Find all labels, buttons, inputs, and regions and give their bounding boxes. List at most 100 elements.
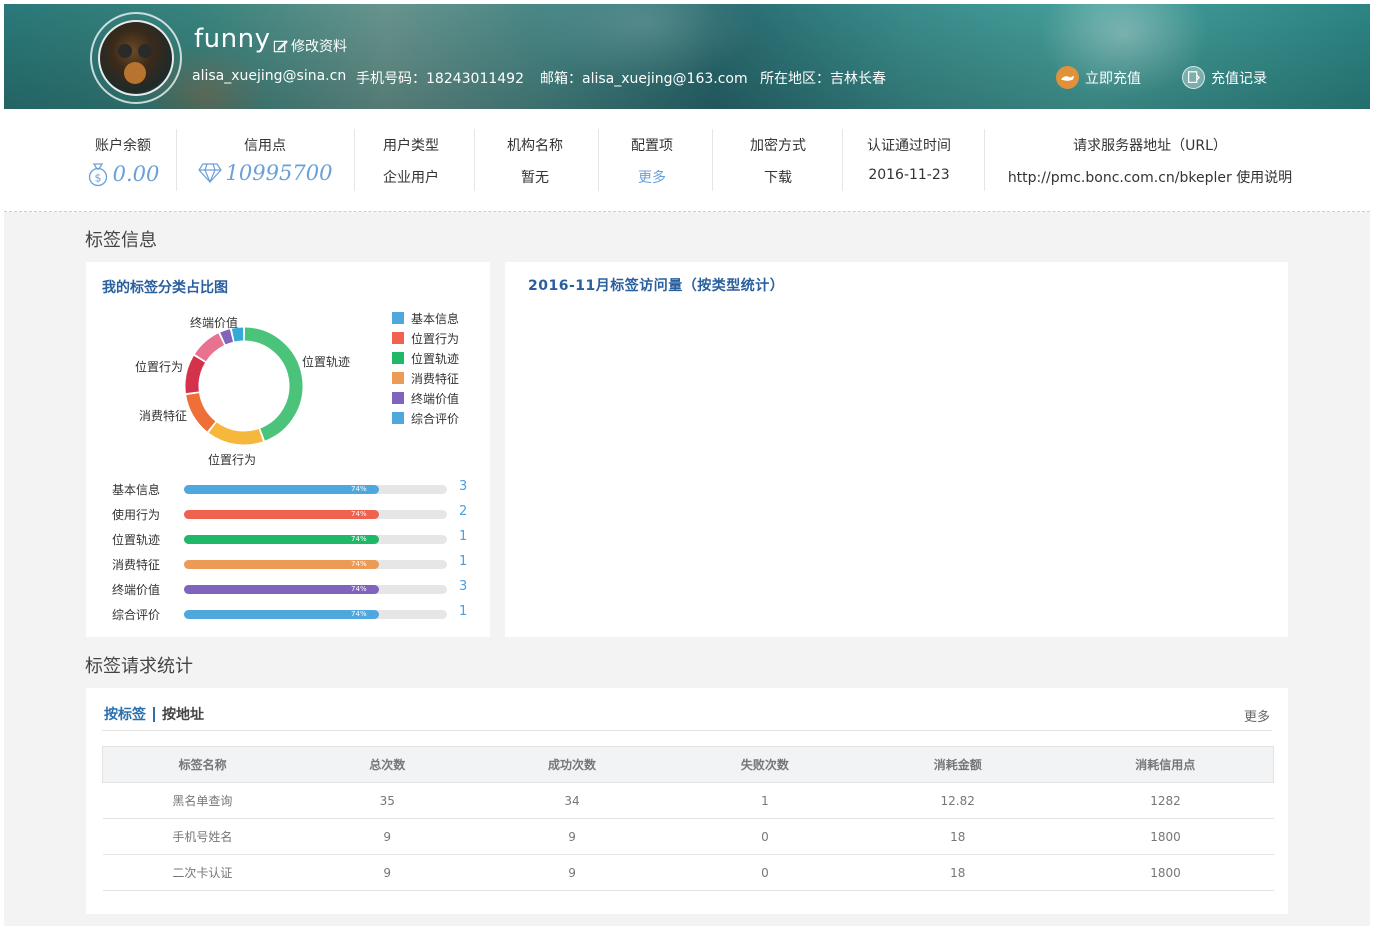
legend-swatch — [392, 392, 404, 404]
bar-pct: 74% — [351, 585, 367, 593]
table-row[interactable]: 二次卡认证 9 9 0 18 1800 — [102, 854, 1274, 891]
bar-count[interactable]: 3 — [459, 579, 467, 594]
legend-item[interactable]: 消费特征 — [392, 368, 459, 388]
donut-label-top: 终端价值 — [190, 316, 239, 330]
bar-fill: 74% — [184, 585, 379, 594]
table-cell: 0 — [671, 854, 858, 891]
divider — [712, 129, 713, 191]
table-cell: 9 — [302, 818, 473, 855]
stat-config: 配置项 更多 — [600, 109, 704, 212]
tab-by-address[interactable]: 按地址 — [162, 704, 204, 724]
donut-segment-pink — [194, 333, 225, 362]
diamond-icon — [197, 163, 222, 184]
avatar-ring — [90, 12, 182, 104]
bar-count[interactable]: 2 — [459, 504, 467, 519]
tag-donut-chart — [185, 327, 303, 445]
bar-label: 综合评价 — [112, 608, 161, 622]
col-tag-name[interactable]: 标签名称 — [102, 746, 303, 783]
stat-credit: 信用点 10995700 — [180, 109, 350, 212]
bar-track: 74% — [184, 510, 447, 519]
email-text: 邮箱：alisa_xuejing@163.com — [540, 71, 748, 87]
bar-fill: 74% — [184, 510, 379, 519]
donut-label-right: 位置轨迹 — [302, 355, 351, 369]
tag-bar-row: 综合评价 74% 1 — [112, 604, 472, 624]
col-credits[interactable]: 消耗信用点 — [1057, 746, 1274, 783]
bar-track: 74% — [184, 610, 447, 619]
bar-pct: 74% — [351, 535, 367, 543]
col-fail[interactable]: 失败次数 — [671, 746, 858, 783]
divider — [984, 129, 985, 191]
table-cell: 1800 — [1057, 818, 1274, 855]
requests-card: 按标签 按地址 更多 标签名称 总次数 成功次数 失败次数 消耗金额 消耗信用点… — [86, 688, 1288, 914]
donut-label-bottom: 位置行为 — [208, 453, 257, 467]
balance-label: 账户余额 — [95, 138, 151, 154]
requests-title: 标签请求统计 — [85, 656, 193, 677]
table-cell: 9 — [302, 854, 473, 891]
avatar[interactable] — [98, 20, 174, 96]
table-cell: 18 — [857, 818, 1058, 855]
more-link[interactable]: 更多 — [1244, 706, 1270, 725]
legend-label: 终端价值 — [411, 391, 460, 406]
bar-count[interactable]: 3 — [459, 479, 467, 494]
svg-text:$: $ — [94, 172, 101, 185]
donut-label-left-mid: 消费特征 — [139, 409, 188, 423]
legend-swatch — [392, 312, 404, 324]
tag-bar-row: 基本信息 74% 3 — [112, 479, 472, 499]
bar-pct: 74% — [351, 510, 367, 518]
balance-value: 0.00 — [112, 162, 160, 186]
donut-segment-blue — [231, 327, 244, 342]
main-content: 标签信息 我的标签分类占比图 终端价值 位置轨迹 位置行为 消费特征 位置行为 … — [4, 212, 1370, 926]
divider — [474, 129, 475, 191]
table-cell: 二次卡认证 — [102, 854, 303, 891]
col-success[interactable]: 成功次数 — [472, 746, 672, 783]
credit-value: 10995700 — [225, 161, 333, 185]
bar-count[interactable]: 1 — [459, 604, 467, 619]
url-value[interactable]: http://pmc.bonc.com.cn/bkepler 使用说明 — [1000, 167, 1300, 187]
account-text: alisa_xuejing@sina.cn — [192, 68, 347, 84]
legend-label: 位置行为 — [411, 331, 460, 346]
auth-value: 2016-11-23 — [868, 167, 950, 183]
bar-fill: 74% — [184, 560, 379, 569]
legend-item[interactable]: 综合评价 — [392, 408, 459, 428]
table-row[interactable]: 手机号姓名 9 9 0 18 1800 — [102, 818, 1274, 855]
legend-item[interactable]: 位置行为 — [392, 328, 459, 348]
config-more-link[interactable]: 更多 — [600, 167, 704, 187]
tag-ratio-title: 我的标签分类占比图 — [102, 280, 228, 296]
bar-count[interactable]: 1 — [459, 529, 467, 544]
stat-auth-time: 认证通过时间 2016-11-23 — [850, 109, 968, 212]
donut-segment-purple — [220, 329, 234, 345]
col-cost[interactable]: 消耗金额 — [857, 746, 1058, 783]
col-total[interactable]: 总次数 — [302, 746, 473, 783]
legend-item[interactable]: 基本信息 — [392, 308, 459, 328]
bar-fill: 74% — [184, 610, 379, 619]
table-row[interactable]: 黑名单查询 35 34 1 12.82 1282 — [102, 782, 1274, 819]
stat-org: 机构名称 暂无 — [480, 109, 590, 212]
bar-label: 使用行为 — [112, 508, 161, 522]
bar-count[interactable]: 1 — [459, 554, 467, 569]
legend-label: 基本信息 — [411, 311, 460, 326]
bar-fill: 74% — [184, 535, 379, 544]
divider — [176, 129, 177, 191]
table-cell: 手机号姓名 — [102, 818, 303, 855]
table-cell: 1800 — [1057, 854, 1274, 891]
user-type-label: 用户类型 — [383, 138, 439, 154]
tab-by-tag[interactable]: 按标签 — [104, 704, 146, 724]
legend-label: 位置轨迹 — [411, 351, 460, 366]
legend-swatch — [392, 332, 404, 344]
bar-label: 位置轨迹 — [112, 533, 161, 547]
tabs-underline — [102, 730, 1272, 731]
legend-swatch — [392, 372, 404, 384]
requests-table: 标签名称 总次数 成功次数 失败次数 消耗金额 消耗信用点 黑名单查询 35 3… — [102, 746, 1274, 891]
encrypt-download-link[interactable]: 下载 — [722, 167, 834, 187]
recharge-records-button[interactable]: 充值记录 — [1182, 66, 1267, 89]
user-name: funny — [194, 24, 271, 54]
edit-profile-link[interactable]: 修改资料 — [273, 36, 347, 56]
table-cell: 18 — [857, 854, 1058, 891]
bar-label: 基本信息 — [112, 483, 161, 497]
legend-item[interactable]: 位置轨迹 — [392, 348, 459, 368]
tag-ratio-card: 我的标签分类占比图 终端价值 位置轨迹 位置行为 消费特征 位置行为 基本信息 … — [86, 262, 490, 637]
legend-item[interactable]: 终端价值 — [392, 388, 459, 408]
tag-bar-row: 位置轨迹 74% 1 — [112, 529, 472, 549]
recharge-button[interactable]: 立即充值 — [1056, 66, 1141, 89]
donut-segment-yellow — [208, 422, 264, 445]
